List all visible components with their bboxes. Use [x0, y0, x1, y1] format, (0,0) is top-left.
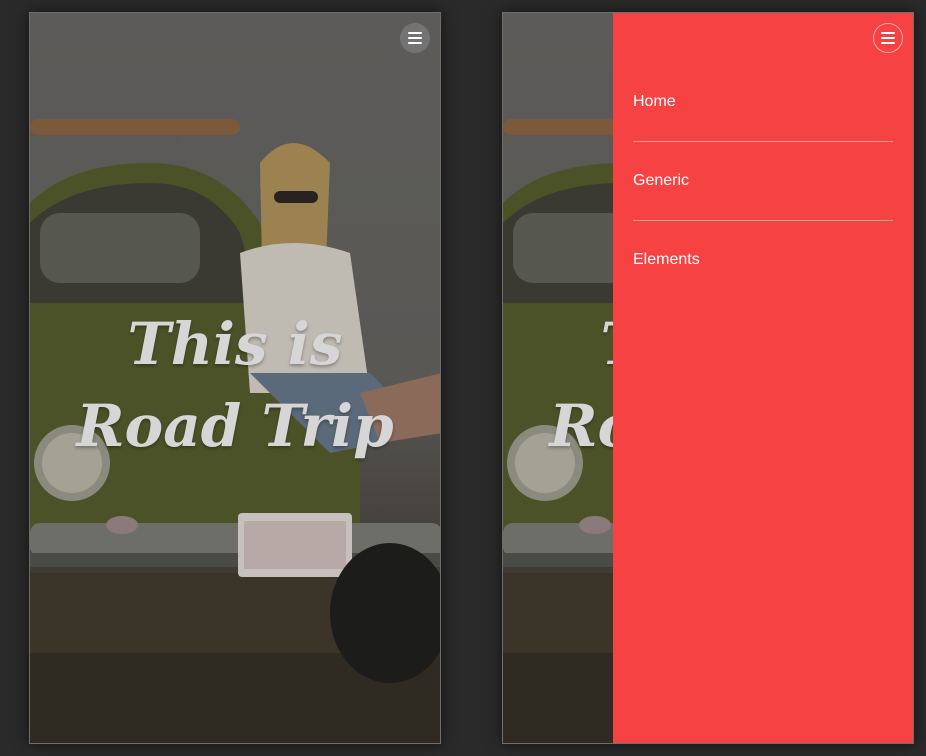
navigation-drawer: Home Generic Elements [613, 13, 913, 743]
nav-item-generic[interactable]: Generic [633, 142, 893, 221]
hero-title: This is Road Trip [76, 310, 394, 460]
phone-preview-closed: This is Road Trip [29, 12, 441, 744]
menu-close-button[interactable] [873, 23, 903, 53]
nav-menu-list: Home Generic Elements [633, 63, 893, 299]
hamburger-menu-icon [881, 32, 895, 44]
phone-preview-menu-open: This is Road Trip Home Generic Elements [502, 12, 914, 744]
nav-item-home[interactable]: Home [633, 63, 893, 142]
menu-toggle-button[interactable] [400, 23, 430, 53]
nav-item-elements[interactable]: Elements [633, 221, 893, 299]
hamburger-menu-icon [408, 32, 422, 44]
